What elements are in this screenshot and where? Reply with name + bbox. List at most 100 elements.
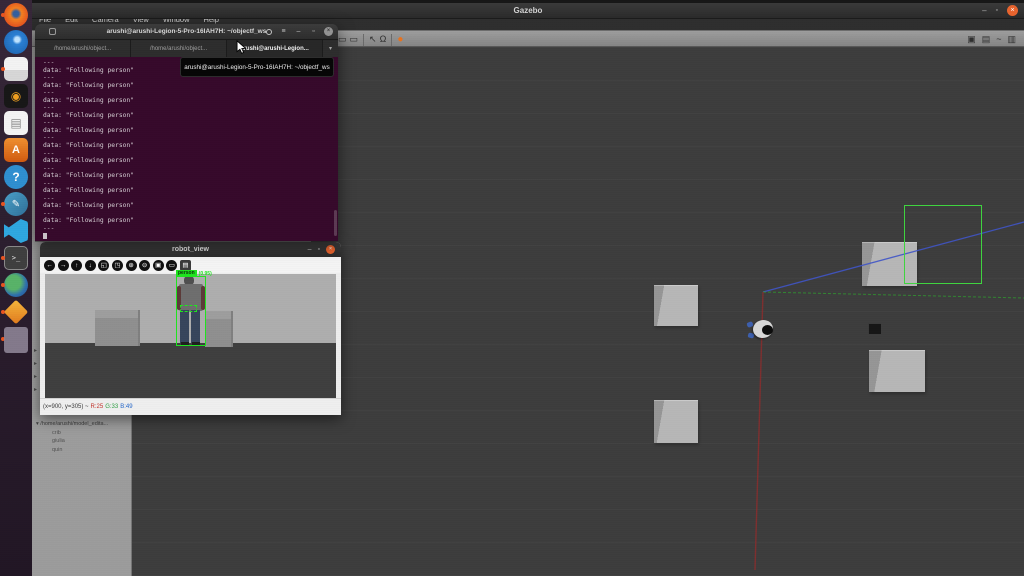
gz-copy-icon[interactable]: ▭	[338, 33, 347, 46]
close-icon[interactable]: ×	[324, 27, 333, 36]
rv-zoom-out-icon[interactable]: ⊖	[139, 259, 151, 271]
terminal-line: ---	[43, 134, 55, 142]
terminal-line: data: "Following person"	[43, 142, 134, 150]
rv-snapshot-icon[interactable]: ▣	[152, 259, 164, 271]
robot-view-title: robot_view	[172, 246, 209, 253]
gz-divider[interactable]	[391, 33, 393, 46]
terminal-line: ---	[43, 194, 55, 202]
camera-cube-right	[205, 311, 233, 347]
terminal-line: data: "Following person"	[43, 172, 134, 180]
rv-zoom-fit-icon[interactable]: ◱	[98, 259, 110, 271]
maximize-icon[interactable]: ▫	[309, 27, 318, 36]
gz-paste-icon[interactable]: ▭	[350, 33, 359, 46]
model-path-tree-item[interactable]: ▾ /home/arushi/model_edita...	[36, 421, 130, 427]
gz-log-icon[interactable]: ▤	[982, 33, 991, 46]
terminal-line: data: "Following person"	[43, 187, 134, 195]
rv-forward-icon[interactable]: →	[57, 259, 69, 271]
dock-software-icon[interactable]: A	[3, 138, 29, 162]
gz-screenshot-icon[interactable]: ▣	[967, 33, 976, 46]
minimize-icon[interactable]: –	[294, 27, 303, 36]
camera-ground	[45, 343, 336, 398]
rv-display-icon[interactable]: ▤	[179, 259, 191, 271]
terminal-line: data: "Following person"	[43, 81, 134, 89]
dock-firefox-icon[interactable]	[1, 3, 29, 27]
terminal-line: data: "Following person"	[43, 157, 134, 165]
tree-expander-icon[interactable]: ▸	[34, 360, 37, 367]
detection-bounding-box	[176, 276, 206, 346]
mouse-cursor	[236, 39, 247, 61]
terminal-line: ---	[43, 119, 55, 127]
dock-files-icon[interactable]	[1, 57, 29, 81]
rv-back-icon[interactable]: ←	[44, 259, 55, 271]
terminal-tabbar: /home/arushi/object.../home/arushi/objec…	[35, 39, 338, 57]
ubuntu-dock: ◉ ▤ A? ✎ >_	[0, 0, 32, 576]
gz-rotate-mode-icon[interactable]: Ω	[380, 33, 387, 46]
dock-media-player-icon[interactable]: ◉	[3, 84, 29, 108]
terminal-cursor	[43, 232, 47, 240]
tab-dropdown-icon[interactable]: ▾	[323, 40, 338, 57]
dock-thunderbird-icon[interactable]	[3, 30, 29, 54]
close-button[interactable]: ×	[326, 245, 335, 254]
camera-cube-left	[95, 310, 140, 346]
robot-view-titlebar[interactable]: robot_view – ▫ ×	[40, 242, 341, 257]
terminal-line: data: "Following person"	[43, 96, 134, 104]
close-button[interactable]: ×	[1007, 5, 1018, 16]
menu-icon[interactable]: ≡	[279, 27, 288, 36]
dock-editor-icon[interactable]: ✎	[1, 192, 29, 216]
dock-window-preview-icon[interactable]	[1, 327, 29, 353]
rv-zoom-in-icon[interactable]: ⊕	[125, 259, 137, 271]
maximize-button[interactable]: ▫	[318, 245, 320, 254]
model-tree-item[interactable]: crib	[52, 430, 130, 436]
terminal-app-icon	[49, 28, 56, 35]
gz-topic-icon[interactable]: ▥	[1007, 33, 1016, 46]
terminal-scrollbar[interactable]	[334, 210, 337, 236]
gazebo-window-titlebar[interactable]: Gazebo – ▫ ×	[32, 3, 1024, 19]
pixel-red-value: R:25	[90, 404, 104, 410]
maximize-button[interactable]: ▫	[996, 5, 998, 16]
tree-expander-icon[interactable]: ▸	[34, 386, 37, 393]
gz-divider[interactable]	[363, 33, 365, 46]
model-tree-item[interactable]: giulia	[52, 438, 130, 444]
window-title: Gazebo	[513, 6, 543, 15]
dock-terminal-icon[interactable]: >_	[1, 246, 29, 270]
pixel-status-bar: (x=900, y=305) ~ R:25 G:33 B:49	[40, 398, 341, 415]
terminal-line: data: "Following person"	[43, 111, 134, 119]
terminal-line: ---	[43, 225, 55, 233]
search-icon[interactable]	[264, 27, 273, 36]
minimize-button[interactable]: –	[982, 5, 986, 16]
gz-plot-icon[interactable]: ~	[996, 33, 1001, 46]
terminal-titlebar[interactable]: arushi@arushi-Legion-5-Pro-16IAH7H: ~/ob…	[35, 24, 338, 39]
detection-score: (0.95)	[198, 270, 212, 277]
terminal-tab[interactable]: /home/arushi/object...	[35, 40, 131, 57]
terminal-line: ---	[43, 89, 55, 97]
tree-expander-icon[interactable]: ▸	[34, 373, 37, 380]
gz-point-light-icon[interactable]: ●	[397, 33, 403, 46]
gz-select-mode-icon[interactable]: ↖	[369, 33, 377, 46]
dock-gazebo-icon[interactable]	[1, 299, 29, 325]
dock-writer-icon[interactable]: ▤	[3, 111, 29, 135]
detection-class-chip: person	[176, 270, 197, 277]
terminal-title: arushi@arushi-Legion-5-Pro-16IAH7H: ~/ob…	[106, 28, 267, 35]
tree-expander-icon[interactable]: ▸	[34, 347, 37, 354]
terminal-line: data: "Following person"	[43, 202, 134, 210]
terminal-line: ---	[43, 104, 55, 112]
rv-down-icon[interactable]: ↓	[84, 259, 96, 271]
tab-tooltip: arushi@arushi-Legion-5-Pro-16IAH7H: ~/ob…	[180, 57, 334, 77]
terminal-output[interactable]: --- data: "Following person" --- data: "Fol…	[35, 57, 338, 241]
cursor-coords: (x=900, y=305) ~	[43, 404, 89, 410]
dock-help-icon[interactable]: ?	[3, 165, 29, 189]
pixel-blue-value: B:49	[120, 404, 133, 410]
dock-vscode-icon[interactable]	[3, 219, 29, 243]
terminal-tab[interactable]: /home/arushi/object...	[131, 40, 227, 57]
terminal-line: data: "Following person"	[43, 126, 134, 134]
terminal-line: data: "Following person"	[43, 217, 134, 225]
robot-view-window[interactable]: robot_view – ▫ × ← → ↑ ↓ ◱ ◳ ⊕ ⊖ ▣ ▭ ▤ person (0.9…	[40, 242, 341, 415]
minimize-button[interactable]: –	[308, 245, 312, 254]
robot-person-model[interactable]	[746, 318, 778, 346]
dock-earth-icon[interactable]	[1, 273, 29, 297]
terminal-line: ---	[43, 209, 55, 217]
rv-window-icon[interactable]: ▭	[166, 259, 178, 271]
rv-zoom-region-icon[interactable]: ◳	[111, 259, 123, 271]
model-tree-item[interactable]: quin	[52, 447, 130, 453]
rv-up-icon[interactable]: ↑	[71, 259, 83, 271]
